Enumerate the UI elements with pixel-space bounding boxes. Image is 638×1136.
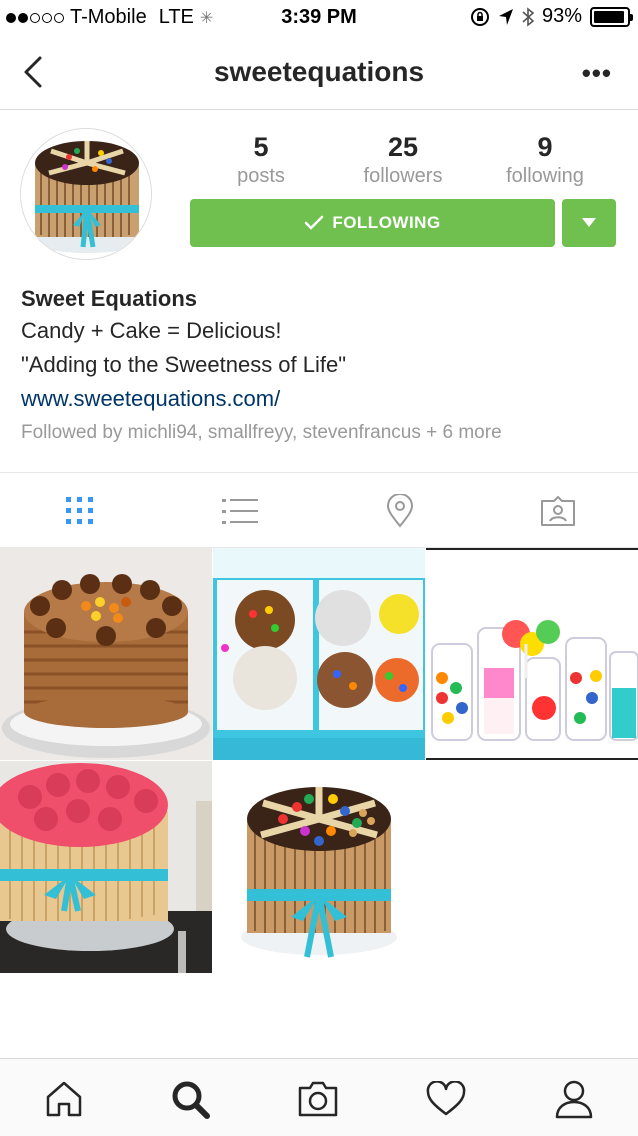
- following-count[interactable]: 9 following: [470, 132, 620, 188]
- camera-icon: [298, 1081, 338, 1117]
- following-button-label: FOLLOWING: [332, 213, 441, 232]
- location-arrow-icon: [498, 8, 513, 25]
- home-icon: [46, 1081, 82, 1117]
- tab-profile[interactable]: [552, 1077, 596, 1121]
- tab-search[interactable]: [168, 1077, 212, 1121]
- bio-line: Candy + Cake = Delicious!: [21, 318, 282, 343]
- website-link[interactable]: www.sweetequations.com/: [21, 382, 621, 416]
- tab-list-view[interactable]: [220, 491, 260, 531]
- heart-icon: [426, 1081, 466, 1116]
- chocolate-cake-image: [0, 548, 212, 760]
- profile-header: sweetequations •••: [0, 36, 638, 110]
- location-pin-icon: [386, 494, 414, 528]
- posts-count[interactable]: 5 posts: [186, 132, 336, 188]
- profile-avatar[interactable]: [20, 128, 152, 260]
- tab-camera[interactable]: [296, 1077, 340, 1121]
- bio-line: "Adding to the Sweetness of Life": [21, 352, 347, 377]
- search-icon: [172, 1081, 210, 1119]
- followed-by-text[interactable]: Followed by michli94, smallfreyy, steven…: [21, 416, 621, 450]
- post-pink-rose-cake[interactable]: [0, 761, 212, 973]
- following-count-label: following: [506, 165, 584, 187]
- followers-count[interactable]: 25 followers: [328, 132, 478, 188]
- followers-count-value: 25: [387, 132, 419, 162]
- posts-count-label: posts: [237, 165, 285, 187]
- battery-icon: [590, 6, 633, 27]
- suggestions-dropdown-button[interactable]: [562, 199, 616, 247]
- candy-boxes-image: [213, 548, 425, 760]
- pink-rose-cake-image: [0, 761, 212, 973]
- tab-activity[interactable]: [424, 1077, 468, 1121]
- status-right: 93%: [470, 5, 633, 28]
- triangle-down-icon: [582, 218, 596, 227]
- status-bar: T-Mobile LTE ✳ 3:39 PM 93%: [0, 0, 638, 36]
- post-chocolate-cake[interactable]: [0, 548, 212, 760]
- tab-location-view[interactable]: [380, 491, 420, 531]
- bottom-tab-bar: [0, 1058, 638, 1136]
- more-options-button[interactable]: •••: [582, 58, 612, 89]
- profile-view-tabs: [0, 472, 638, 548]
- followers-count-label: followers: [363, 165, 443, 187]
- battery-percent: 93%: [541, 5, 582, 27]
- list-icon: [222, 499, 258, 524]
- checkmark-icon: [305, 215, 324, 230]
- profile-bio: Sweet Equations Candy + Cake = Delicious…: [21, 284, 621, 450]
- post-candy-pirouline-cake[interactable]: [213, 761, 425, 973]
- tab-grid-view[interactable]: [60, 491, 100, 531]
- tagged-photo-icon: [541, 496, 575, 526]
- display-name: Sweet Equations: [21, 286, 198, 311]
- following-count-value: 9: [537, 132, 553, 162]
- post-candy-boxes[interactable]: [213, 548, 425, 760]
- tab-tagged-view[interactable]: [538, 491, 578, 531]
- post-candy-jars[interactable]: [426, 548, 638, 760]
- tab-home[interactable]: [42, 1077, 86, 1121]
- candy-jars-image: [426, 548, 638, 760]
- posts-count-value: 5: [253, 132, 269, 162]
- following-button[interactable]: FOLLOWING: [190, 199, 555, 247]
- rotation-lock-icon: [470, 7, 489, 26]
- candy-cake-image: [213, 761, 425, 973]
- grid-icon: [66, 497, 93, 524]
- candy-cake-avatar-image: [21, 129, 151, 259]
- bluetooth-icon: [522, 6, 534, 27]
- profile-icon: [555, 1080, 593, 1119]
- more-dots-icon: •••: [581, 58, 612, 88]
- page-title: sweetequations: [213, 56, 425, 87]
